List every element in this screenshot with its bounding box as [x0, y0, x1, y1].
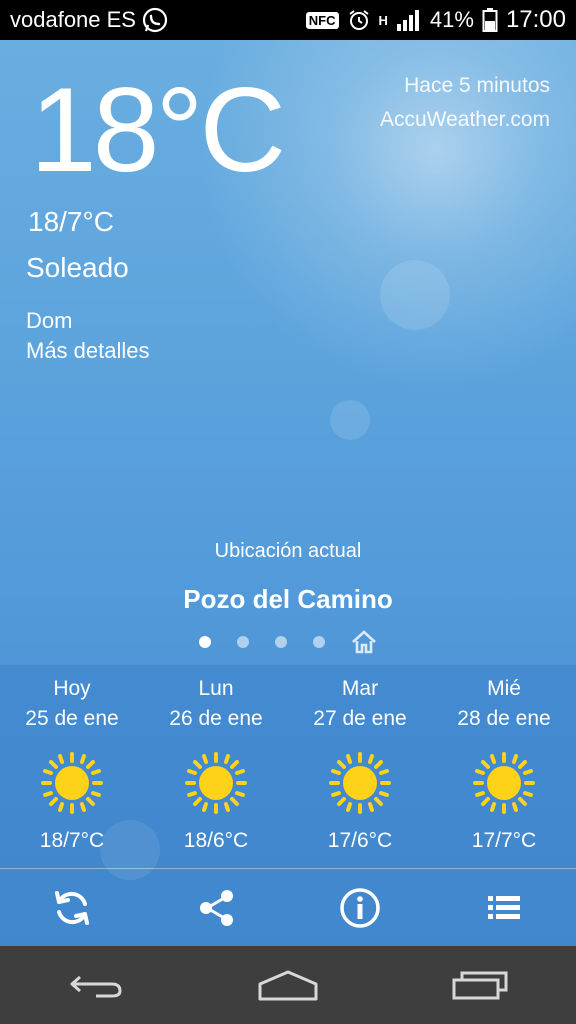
sun-icon: [329, 752, 391, 814]
forecast-date: 28 de ene: [457, 707, 551, 730]
home-icon[interactable]: [351, 630, 377, 654]
signal-icon: [396, 10, 419, 31]
share-icon: [200, 889, 233, 926]
lens-flare: [330, 400, 370, 440]
battery-percent: 41%: [429, 7, 474, 32]
location-name: Pozo del Camino: [183, 584, 393, 614]
menu-list-icon: [488, 895, 520, 919]
recent-apps-icon[interactable]: [450, 968, 510, 1002]
sun-icon: [473, 752, 535, 814]
nfc-icon: NFC: [305, 11, 339, 29]
network-type-label: H: [378, 12, 388, 28]
last-updated: Hace 5 minutos: [404, 74, 550, 97]
forecast-day[interactable]: Hoy 25 de ene 18/7°C: [0, 665, 144, 868]
navigation-bar: [0, 946, 576, 1024]
forecast-day[interactable]: Lun 26 de ene 18/6°C: [144, 665, 288, 868]
home-button-icon[interactable]: [258, 968, 318, 1002]
current-temperature: 18°C: [30, 63, 286, 197]
forecast-temps: 17/7°C: [471, 829, 537, 852]
forecast-date: 25 de ene: [25, 707, 119, 730]
forecast-date: 26 de ene: [169, 707, 263, 730]
current-day: Dom: [26, 308, 73, 333]
provider-link[interactable]: AccuWeather.com: [380, 108, 550, 132]
carrier-name: vodafone ES: [10, 7, 136, 32]
forecast-day-name: Lun: [198, 677, 234, 700]
page-dot[interactable]: [199, 636, 211, 648]
forecast-strip: Hoy 25 de ene 18/7°C Lun 26 de ene 18/6°…: [0, 665, 576, 868]
forecast-day-name: Hoy: [53, 677, 91, 700]
current-condition: Soleado: [26, 252, 129, 283]
lens-flare: [380, 260, 450, 330]
page-indicator[interactable]: [0, 630, 576, 654]
forecast-day-name: Mar: [341, 677, 379, 700]
forecast-temps: 17/6°C: [327, 829, 393, 852]
page-dot[interactable]: [237, 636, 249, 648]
current-temp-range: 18/7°C: [28, 206, 114, 237]
info-icon: [340, 887, 380, 928]
refresh-icon: [55, 890, 89, 925]
battery-icon: [482, 8, 498, 32]
location-caption: Ubicación actual: [214, 540, 362, 562]
forecast-temps: 18/6°C: [183, 829, 249, 852]
back-icon[interactable]: [66, 968, 126, 1002]
menu-button[interactable]: [432, 869, 576, 946]
sun-icon: [41, 752, 103, 814]
status-bar: vodafone ES NFC H 41% 17:00: [0, 0, 576, 40]
whatsapp-icon: [142, 7, 168, 33]
sun-icon: [185, 752, 247, 814]
weather-screen: 18°C 18/7°C Soleado Dom Más detalles Hac…: [0, 40, 576, 946]
more-details-link[interactable]: Más detalles: [26, 338, 150, 364]
page-dot[interactable]: [313, 636, 325, 648]
clock: 17:00: [505, 6, 566, 33]
forecast-temps: 18/7°C: [39, 829, 105, 852]
share-button[interactable]: [144, 869, 288, 946]
forecast-day[interactable]: Mar 27 de ene 17/6°C: [288, 665, 432, 868]
page-dot[interactable]: [275, 636, 287, 648]
forecast-date: 27 de ene: [313, 707, 407, 730]
alarm-icon: [348, 10, 369, 30]
forecast-day[interactable]: Mié 28 de ene 17/7°C: [432, 665, 576, 868]
forecast-day-name: Mié: [487, 677, 521, 700]
info-button[interactable]: [288, 869, 432, 946]
refresh-button[interactable]: [0, 869, 144, 946]
action-toolbar: [0, 869, 576, 946]
